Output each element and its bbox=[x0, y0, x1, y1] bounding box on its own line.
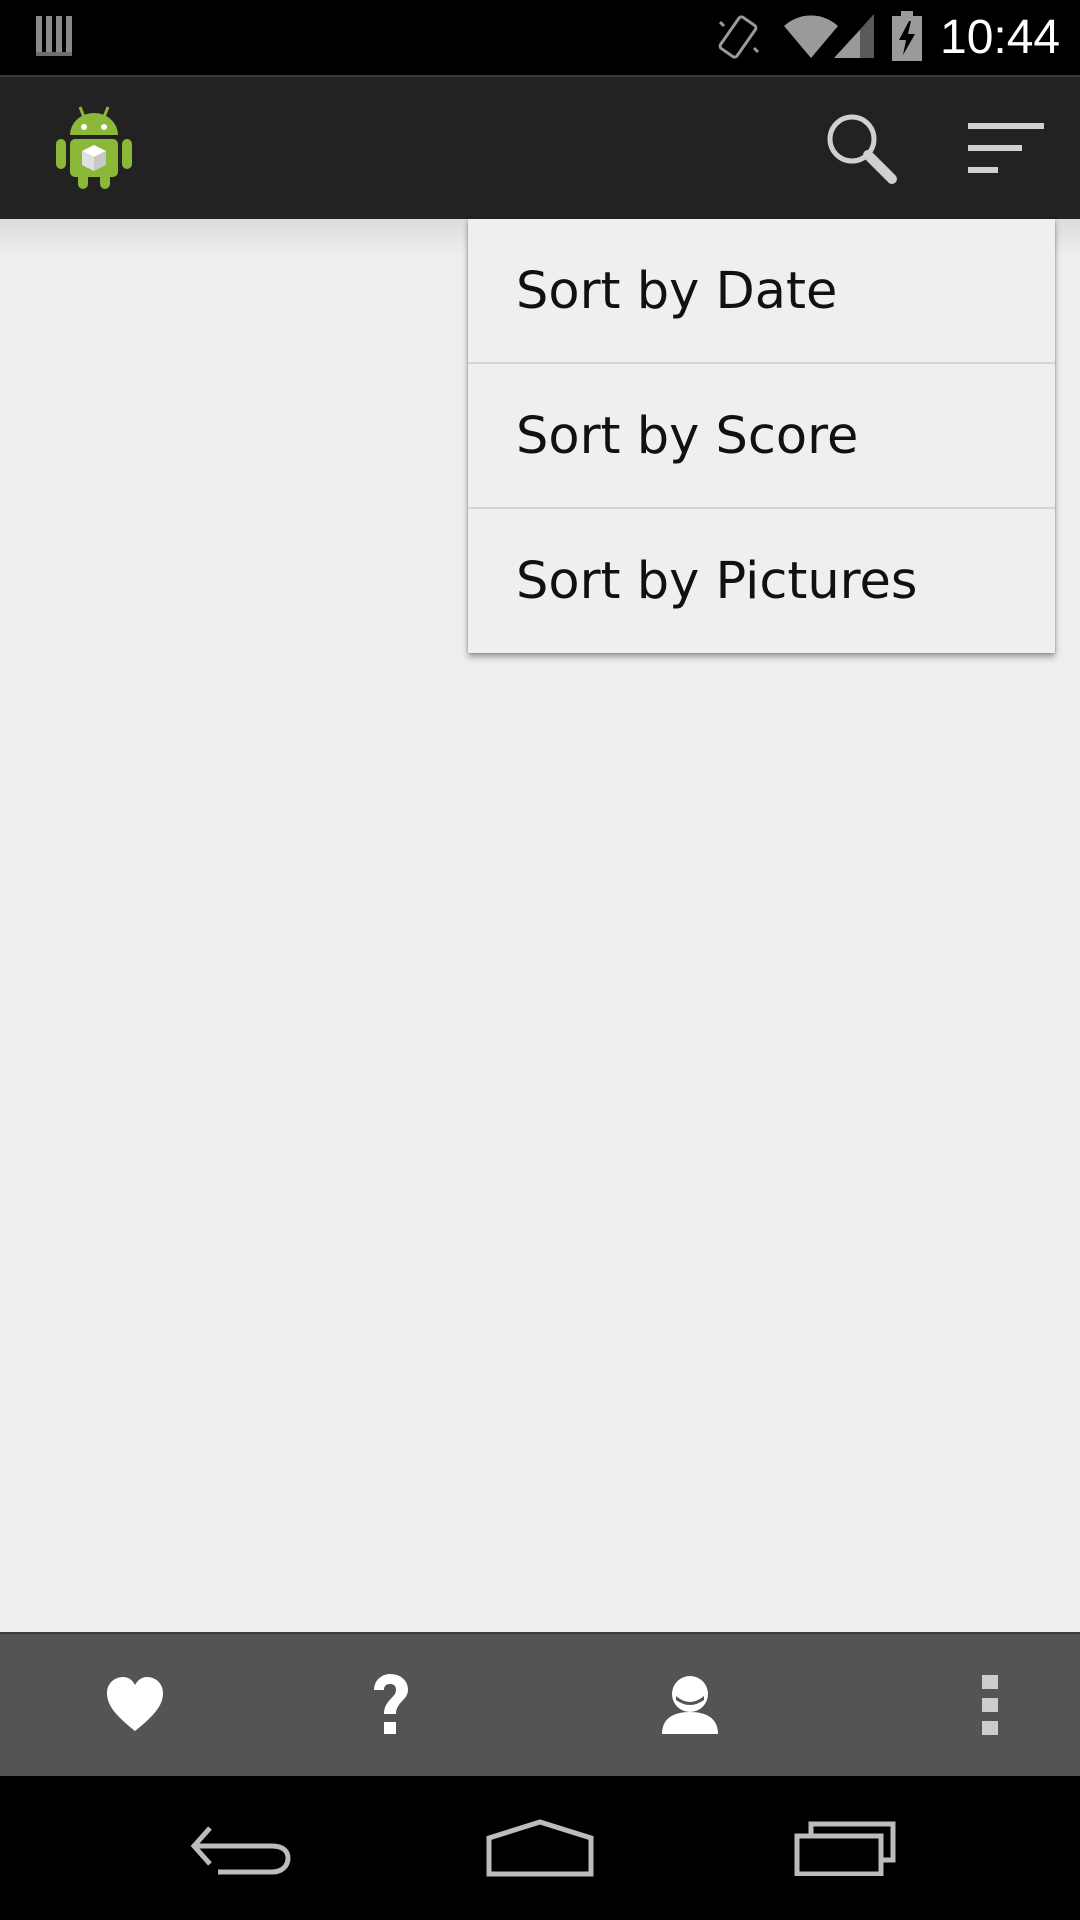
navigation-bar bbox=[0, 1776, 1080, 1920]
recents-button[interactable] bbox=[745, 1776, 945, 1920]
menu-item-label: Sort by Score bbox=[516, 407, 859, 466]
overflow-menu-button[interactable] bbox=[855, 1634, 1080, 1776]
back-button[interactable] bbox=[140, 1776, 340, 1920]
heart-icon bbox=[107, 1677, 163, 1731]
vibrate-icon bbox=[716, 12, 760, 62]
bottom-bar bbox=[0, 1632, 1080, 1776]
menu-item-sort-by-pictures[interactable]: Sort by Pictures bbox=[468, 509, 1055, 653]
sort-button[interactable] bbox=[962, 113, 1048, 183]
battery-charging-icon bbox=[892, 11, 922, 61]
sort-icon bbox=[968, 123, 1044, 173]
notification-icon bbox=[34, 14, 74, 58]
android-app-icon[interactable] bbox=[52, 103, 136, 191]
help-button[interactable] bbox=[255, 1634, 525, 1776]
screen: 10:44 Sort by Date Sort by Score Sort by… bbox=[0, 0, 1080, 1920]
question-icon bbox=[374, 1674, 408, 1734]
search-button[interactable] bbox=[820, 107, 900, 187]
profile-button[interactable] bbox=[555, 1634, 825, 1776]
menu-item-sort-by-date[interactable]: Sort by Date bbox=[468, 219, 1055, 364]
back-icon bbox=[190, 1826, 291, 1875]
profile-icon bbox=[662, 1676, 718, 1734]
status-bar: 10:44 bbox=[0, 0, 1080, 75]
signal-icon bbox=[832, 12, 876, 60]
sort-menu: Sort by Date Sort by Score Sort by Pictu… bbox=[468, 219, 1055, 653]
home-icon bbox=[486, 1819, 594, 1877]
favorites-button[interactable] bbox=[0, 1634, 270, 1776]
overflow-menu-icon bbox=[982, 1675, 998, 1735]
menu-item-label: Sort by Pictures bbox=[516, 552, 918, 611]
menu-item-label: Sort by Date bbox=[516, 262, 838, 321]
search-icon bbox=[827, 114, 897, 184]
home-button[interactable] bbox=[440, 1776, 640, 1920]
status-time: 10:44 bbox=[940, 11, 1061, 64]
menu-item-sort-by-score[interactable]: Sort by Score bbox=[468, 364, 1055, 509]
recents-icon bbox=[794, 1821, 896, 1876]
action-bar bbox=[0, 75, 1080, 219]
